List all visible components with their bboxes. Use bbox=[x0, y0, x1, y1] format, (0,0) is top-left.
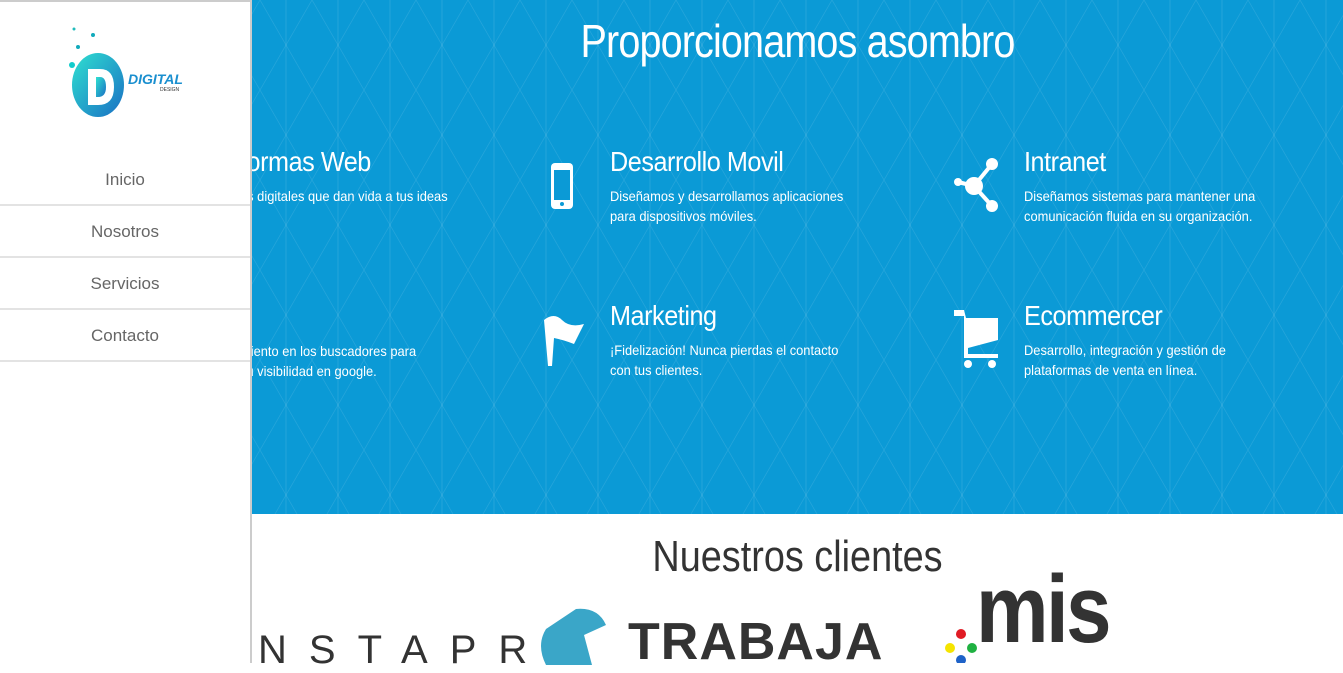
logo-mark-icon: DIGITAL DESIGN bbox=[69, 27, 183, 117]
nav-item-servicios[interactable]: Servicios bbox=[0, 258, 250, 310]
service-title: Ecommercer bbox=[1024, 300, 1163, 331]
service-marketing: Marketing ¡Fidelización! Nunca pierdas e… bbox=[610, 300, 880, 380]
service-desc: ¡Fidelización! Nunca pierdas el contacto… bbox=[610, 342, 839, 378]
client-logo-trabaja: TRABAJA bbox=[628, 613, 884, 671]
nav-item-inicio[interactable]: Inicio bbox=[0, 154, 250, 206]
share-network-icon bbox=[954, 158, 998, 212]
service-seo: miento en los buscadores para su visibili… bbox=[240, 341, 510, 381]
section-title: Proporcionamos asombro bbox=[580, 15, 1015, 67]
mobile-phone-icon bbox=[551, 163, 573, 209]
nav-item-nosotros[interactable]: Nosotros bbox=[0, 206, 250, 258]
service-title: Marketing bbox=[610, 300, 717, 331]
service-desc: Diseñamos sistemas para mantener una com… bbox=[1024, 188, 1256, 224]
service-web: formas Web as digitales que dan vida a t… bbox=[240, 146, 510, 226]
sidebar: DIGITAL DESIGN Inicio Nosotros Servicios… bbox=[0, 0, 252, 663]
logo[interactable]: DIGITAL DESIGN bbox=[68, 27, 193, 117]
service-desc: Desarrollo, integración y gestión de pla… bbox=[1024, 342, 1226, 378]
service-title: formas Web bbox=[240, 146, 371, 177]
service-title: Intranet bbox=[1024, 146, 1106, 177]
service-desc: as digitales que dan vida a tus ideaso. bbox=[240, 186, 488, 226]
desc-line: miento en los buscadores para bbox=[240, 343, 417, 359]
service-title: Desarrollo Movil bbox=[610, 146, 784, 177]
client-logo-mis-dots-icon bbox=[945, 629, 977, 663]
service-intranet: Intranet Diseñamos sistemas para mantene… bbox=[1024, 146, 1294, 226]
shopping-cart-icon bbox=[954, 310, 998, 368]
client-logo-trabaja-icon bbox=[541, 608, 606, 665]
desc-line: as digitales que dan vida a tus ideas bbox=[240, 188, 448, 204]
flag-icon bbox=[544, 316, 584, 366]
clients-title: Nuestros clientes bbox=[652, 532, 943, 581]
service-desc: miento en los buscadores para su visibili… bbox=[240, 341, 488, 381]
client-logo-mis: mis bbox=[976, 556, 1112, 663]
svg-text:DIGITAL: DIGITAL bbox=[128, 71, 183, 87]
svg-text:DESIGN: DESIGN bbox=[160, 87, 180, 93]
desc-line: su visibilidad en google. bbox=[240, 363, 377, 379]
nav-menu: Inicio Nosotros Servicios Contacto bbox=[0, 154, 250, 362]
service-movil: Desarrollo Movil Diseñamos y desarrollam… bbox=[610, 146, 880, 226]
service-ecommerce: Ecommercer Desarrollo, integración y ges… bbox=[1024, 300, 1294, 380]
nav-item-contacto[interactable]: Contacto bbox=[0, 310, 250, 362]
service-desc: Diseñamos y desarrollamos aplicaciones p… bbox=[610, 188, 844, 224]
